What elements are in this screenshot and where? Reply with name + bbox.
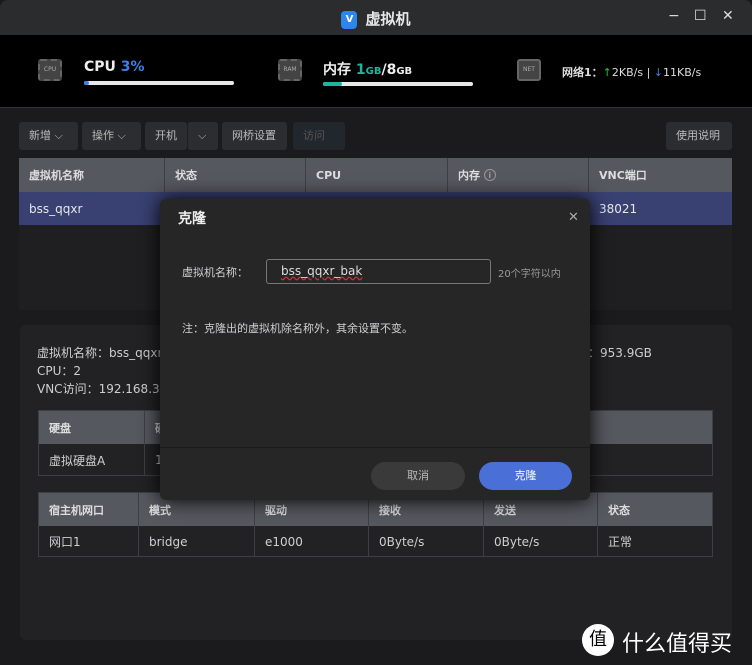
cpu-bar-fill <box>84 81 89 85</box>
app-logo-icon: V <box>341 10 358 29</box>
title-bar: V 虚拟机 − ☐ ✕ <box>0 0 752 35</box>
clone-confirm-button[interactable]: 克隆 <box>479 462 572 490</box>
bridge-settings-button[interactable]: 网桥设置 <box>222 122 287 150</box>
net-cell: 正常 <box>608 535 633 549</box>
table-row[interactable]: 网口1 bridge e1000 0Byte/s 0Byte/s 正常 <box>39 526 712 557</box>
vm-name-input[interactable]: bss_qqxr_bak <box>266 259 491 284</box>
header-disk: 硬盘 <box>39 411 145 444</box>
net-sep: | <box>646 66 651 79</box>
minimize-button[interactable]: − <box>668 8 680 24</box>
operate-label: 操作 <box>92 129 114 142</box>
vm-table-header: 虚拟机名称 状态 CPU 内存 i VNC端口 <box>19 158 732 192</box>
mem-used-unit: GB <box>365 66 382 77</box>
cpu-value: 3% <box>120 59 145 75</box>
add-label: 新增 <box>29 129 51 142</box>
info-icon[interactable]: i <box>483 169 496 181</box>
help-button[interactable]: 使用说明 <box>666 122 732 150</box>
header-vnc: VNC端口 <box>599 169 647 182</box>
cpu-label: CPU <box>84 59 116 75</box>
net-cell: 网口1 <box>39 526 139 557</box>
window-title: V 虚拟机 <box>0 8 752 29</box>
visit-button[interactable]: 访问 <box>293 122 345 150</box>
close-button[interactable]: ✕ <box>722 8 734 24</box>
dialog-divider <box>160 447 590 448</box>
chevron-down-icon: ⌵ <box>54 129 63 142</box>
net-header-cell: 宿主机网口 <box>39 493 139 526</box>
memory-bar <box>323 82 473 86</box>
mem-label: 内存 <box>323 62 351 78</box>
download-arrow-icon: ↓ <box>653 66 664 79</box>
memory-label: 内存 <box>458 169 480 182</box>
cancel-button[interactable]: 取消 <box>371 462 465 490</box>
disk-name: 虚拟硬盘A <box>39 444 145 476</box>
maximize-button[interactable]: ☐ <box>694 8 707 24</box>
net-cell: e1000 <box>255 526 369 557</box>
detail-vnc: VNC访问：192.168.31.1 <box>37 382 179 396</box>
header-cpu: CPU <box>306 158 448 192</box>
title-text: 虚拟机 <box>365 10 411 28</box>
net-label: 网络1： <box>562 66 603 79</box>
cpu-chip-icon: CPU <box>38 59 62 81</box>
cpu-bar <box>84 81 234 85</box>
chevron-down-icon: ⌵ <box>117 129 126 142</box>
dialog-title: 克隆 <box>178 211 206 227</box>
vm-vnc-port: 38021 <box>599 201 638 216</box>
net-header-cell: 状态 <box>608 503 630 517</box>
cpu-stat: CPU 3% <box>84 59 145 75</box>
mem-total-unit: GB <box>396 66 413 77</box>
network-stat: 网络1：↑2KB/s | ↓11KB/s <box>562 64 701 80</box>
add-dropdown[interactable]: 新增 ⌵ <box>19 122 78 150</box>
network-table: 宿主机网口 模式 驱动 接收 发送 状态 网口1 bridge e1000 0Byte/s 0Byt… <box>38 492 713 557</box>
start-button[interactable]: 开机 <box>145 122 187 150</box>
header-name: 虚拟机名称 <box>19 158 165 192</box>
watermark-text: 什么值得买 <box>622 632 733 657</box>
net-cell: 0Byte/s <box>369 526 484 557</box>
detail-name: 虚拟机名称：bss_qqxr <box>37 346 163 360</box>
net-down-value: 11KB/s <box>663 66 702 79</box>
net-up-value: 2KB/s <box>611 66 644 79</box>
name-hint: 20个字符以内 <box>498 269 561 280</box>
operate-dropdown[interactable]: 操作 ⌵ <box>82 122 141 150</box>
clone-dialog: 克隆 ✕ 虚拟机名称： bss_qqxr_bak 20个字符以内 注：克隆出的虚… <box>160 199 590 500</box>
memory-stat: 内存 1GB/8GB <box>323 59 412 79</box>
detail-cpu: CPU：2 <box>37 364 82 378</box>
watermark-logo: 值 <box>582 624 614 656</box>
clone-note: 注：克隆出的虚拟机除名称外，其余设置不变。 <box>182 322 413 335</box>
memory-bar-fill <box>323 82 342 86</box>
mem-total: 8 <box>386 62 397 78</box>
net-cell: 0Byte/s <box>484 526 598 557</box>
dialog-close-icon[interactable]: ✕ <box>568 210 579 225</box>
name-label: 虚拟机名称： <box>182 266 248 279</box>
upload-arrow-icon: ↑ <box>602 66 612 79</box>
vm-name: bss_qqxr <box>29 201 83 216</box>
start-dropdown-chevron-icon[interactable]: ⌵ <box>187 122 218 150</box>
header-status: 状态 <box>165 158 306 192</box>
ram-chip-icon: RAM <box>278 59 302 81</box>
network-icon: NET <box>517 59 541 81</box>
net-cell: bridge <box>139 526 255 557</box>
mem-used: 1 <box>355 62 366 78</box>
resource-stats: CPU CPU 3% RAM 内存 1GB/8GB NET 网络1：↑2KB/s… <box>0 35 752 108</box>
header-memory: 内存 i <box>448 158 589 192</box>
detail-disk-size: ：953.9GB <box>588 346 652 360</box>
